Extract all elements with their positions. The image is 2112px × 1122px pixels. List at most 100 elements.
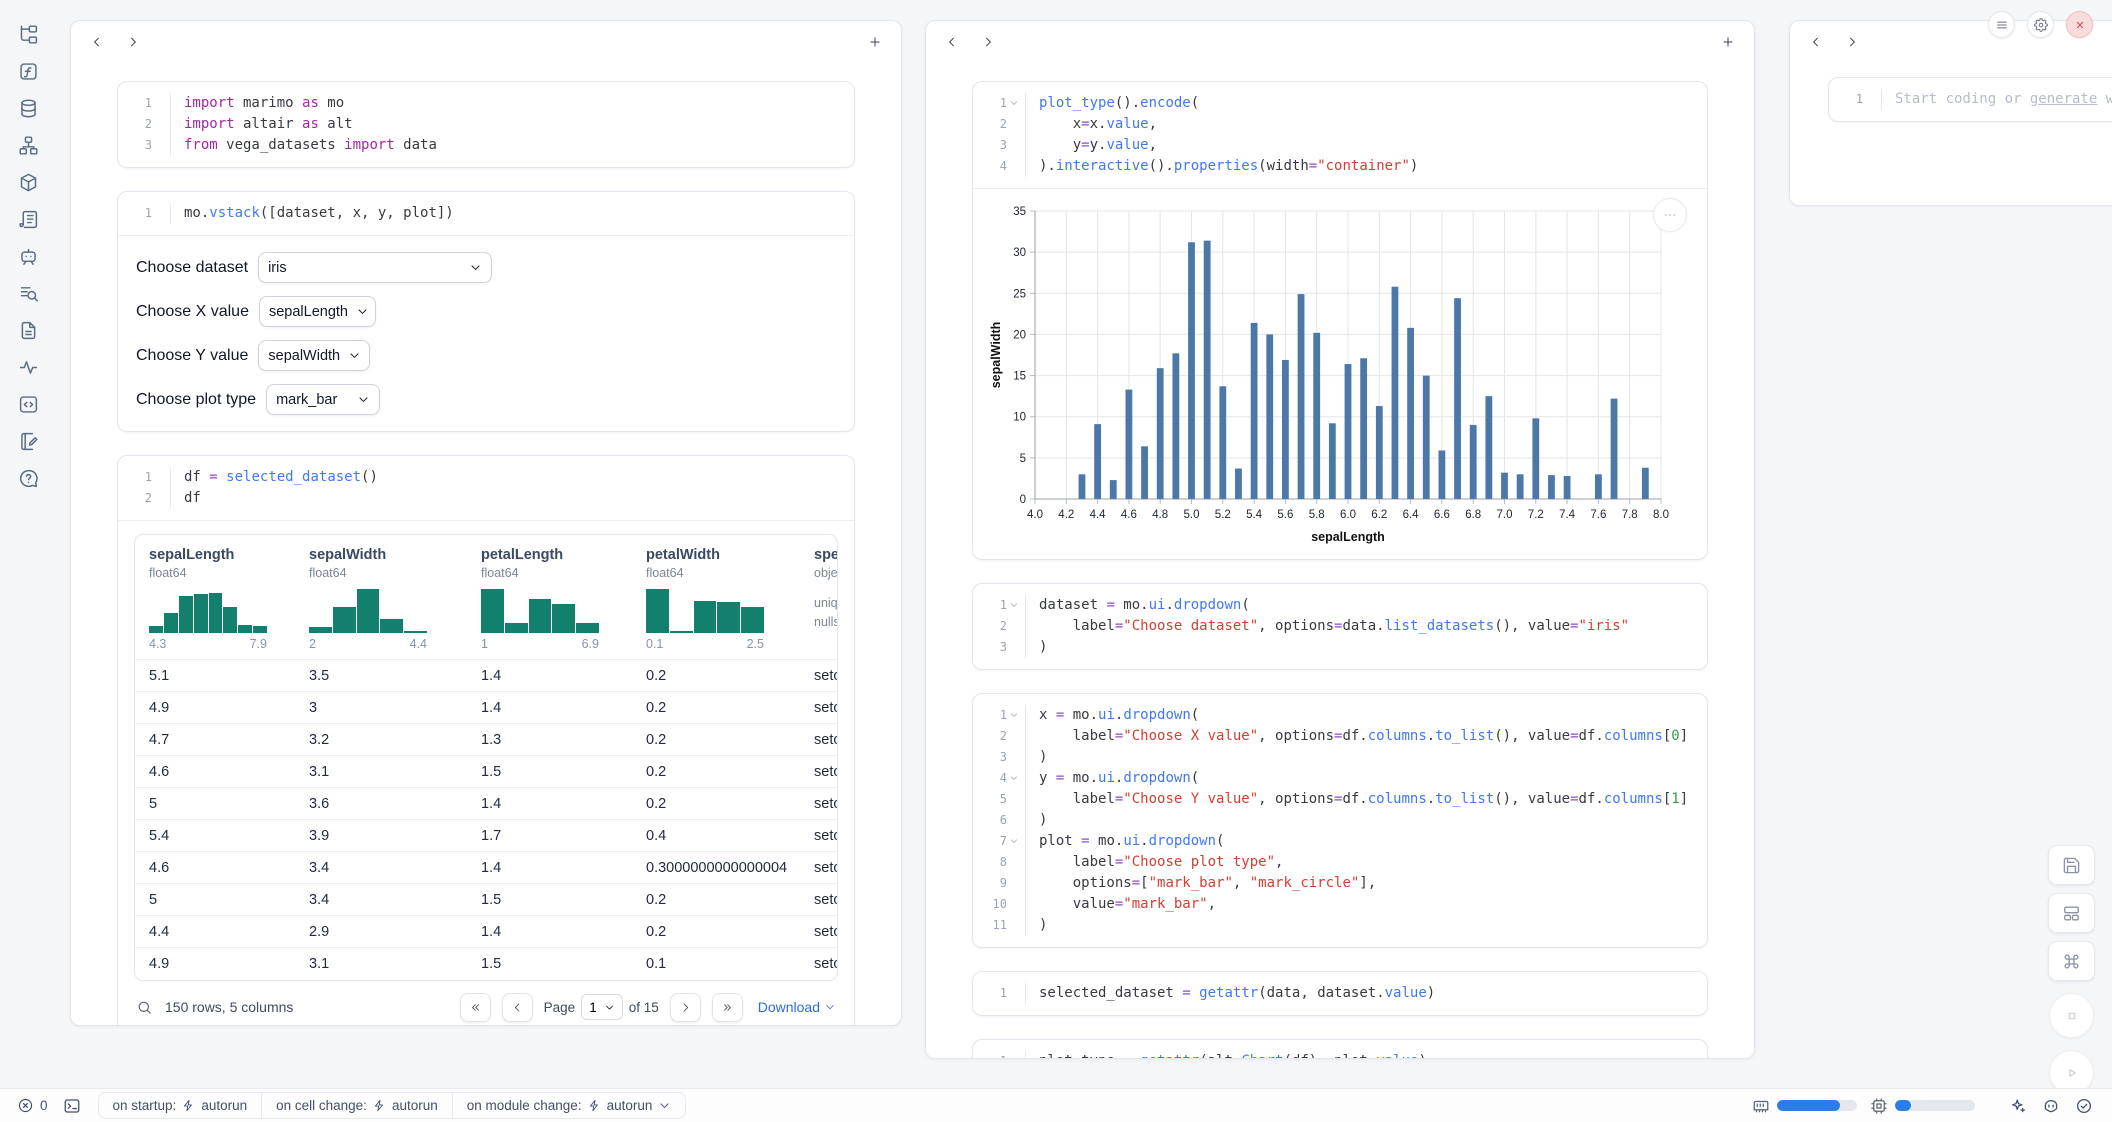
code-editor[interactable]: 1Start coding or generate with AI — [1829, 78, 2112, 121]
prev-page-button[interactable] — [502, 993, 533, 1022]
panel-next-button[interactable] — [120, 29, 146, 55]
stop-button[interactable] — [2049, 993, 2094, 1038]
line-number: 2 — [118, 488, 170, 509]
code-editor[interactable]: 1selected_dataset = getattr(data, datase… — [973, 972, 1707, 1015]
histogram-min: 0.1 — [646, 637, 663, 651]
ai-features-button[interactable] — [2009, 1096, 2029, 1116]
run-setting-on-startup[interactable]: on startup:autorun — [99, 1093, 262, 1118]
table-search-button[interactable] — [136, 998, 154, 1016]
table-cell: 1.4 — [467, 788, 632, 820]
fold-chevron-icon[interactable] — [1009, 710, 1020, 721]
table-row[interactable]: 4.63.11.50.2setosa — [135, 756, 838, 788]
table-cell: 3.4 — [295, 884, 467, 916]
copilot-status-button[interactable] — [2042, 1096, 2062, 1116]
save-button[interactable] — [2048, 845, 2095, 885]
fold-slot-empty — [154, 140, 165, 151]
next-page-button[interactable] — [670, 993, 701, 1022]
column-header-sepalWidth[interactable]: sepalWidthfloat6424.4 — [295, 535, 467, 660]
code-editor[interactable]: 123dataset = mo.ui.dropdown( label="Choo… — [973, 584, 1707, 669]
panel-prev-button[interactable] — [1803, 29, 1829, 55]
dropdown-choose-plot-type[interactable]: mark_bar — [266, 384, 380, 415]
sidebar-item-help[interactable] — [13, 464, 43, 492]
column-header-sepalLength[interactable]: sepalLengthfloat644.37.9 — [135, 535, 295, 660]
table-row[interactable]: 5.13.51.40.2setosa — [135, 660, 838, 692]
dropdown-choose-y-value[interactable]: sepalWidth — [258, 340, 370, 371]
fold-chevron-icon[interactable] — [1009, 773, 1020, 784]
menu-button[interactable] — [1988, 11, 2015, 38]
error-indicator[interactable]: 0 — [17, 1097, 48, 1114]
sidebar-item-chat[interactable] — [13, 242, 43, 270]
code-editor[interactable]: 1234plot_type().encode( x=x.value, y=y.v… — [973, 82, 1707, 188]
sidebar-item-packages[interactable] — [13, 168, 43, 196]
code-editor[interactable]: 1plot_type = getattr(alt.Chart(df), plot… — [973, 1040, 1707, 1058]
download-button[interactable]: Download — [758, 999, 836, 1015]
panel-prev-button[interactable] — [939, 29, 965, 55]
fold-slot-empty — [1009, 731, 1020, 742]
altair-bar-chart[interactable]: 4.04.24.44.64.85.05.25.45.65.86.06.26.46… — [987, 199, 1677, 551]
code-editor[interactable]: 123import marimo as moimport altair as a… — [118, 82, 854, 167]
close-button[interactable] — [2066, 11, 2093, 38]
table-row[interactable]: 4.63.41.40.3000000000000004setosa — [135, 852, 838, 884]
dependencies-icon — [18, 135, 39, 156]
add-cell-button[interactable] — [862, 29, 888, 55]
code-editor[interactable]: 12df = selected_dataset()df — [118, 456, 854, 520]
sidebar-item-dependencies[interactable] — [13, 131, 43, 159]
run-setting-on-module-change[interactable]: on module change:autorun — [452, 1093, 686, 1118]
column-name: sepalLength — [149, 535, 281, 563]
sidebar-item-outline[interactable] — [13, 279, 43, 307]
layout-button[interactable] — [2048, 893, 2095, 933]
chart-menu-button[interactable] — [1653, 198, 1687, 232]
page-select[interactable]: 1 — [581, 994, 623, 1020]
table-cell: 4.7 — [135, 724, 295, 756]
table-row[interactable]: 5.43.91.70.4setosa — [135, 820, 838, 852]
commands-button[interactable] — [2048, 941, 2095, 981]
dropdown-choose-x-value[interactable]: sepalLength — [259, 296, 376, 327]
last-page-button[interactable] — [712, 993, 743, 1022]
sidebar-item-data-sources[interactable] — [13, 94, 43, 122]
line-number: 2 — [973, 114, 1025, 135]
fold-slot-empty — [1009, 878, 1020, 889]
sidebar-item-logs[interactable] — [13, 205, 43, 233]
sidebar-item-file-explorer[interactable] — [13, 20, 43, 48]
panel-prev-button[interactable] — [84, 29, 110, 55]
code-token: value — [1106, 137, 1148, 153]
fold-chevron-icon[interactable] — [1009, 98, 1020, 109]
code-line: from vega_datasets import data — [184, 135, 854, 156]
table-row[interactable]: 53.41.50.2setosa — [135, 884, 838, 916]
table-row[interactable]: 4.73.21.30.2setosa — [135, 724, 838, 756]
fold-chevron-icon[interactable] — [1009, 600, 1020, 611]
code-token: options — [1039, 875, 1132, 891]
column-header-species[interactable]: speciesobjectunique:nulls: — [800, 535, 838, 660]
line-number-value: 1 — [145, 203, 152, 224]
dropdown-choose-dataset[interactable]: iris — [258, 252, 492, 283]
fold-slot-empty — [1009, 642, 1020, 653]
table-row[interactable]: 4.93.11.50.1setosa — [135, 948, 838, 980]
code-editor[interactable]: 1234567891011x = mo.ui.dropdown( label="… — [973, 694, 1707, 947]
first-page-button[interactable] — [460, 993, 491, 1022]
settings-button[interactable] — [2027, 11, 2054, 38]
panel-next-button[interactable] — [975, 29, 1001, 55]
bar-x-7.7 — [1611, 399, 1618, 499]
sidebar-item-scratchpad[interactable] — [13, 427, 43, 455]
table-row[interactable]: 4.42.91.40.2setosa — [135, 916, 838, 948]
table-row[interactable]: 4.931.40.2setosa — [135, 692, 838, 724]
sidebar-item-snippets[interactable] — [13, 390, 43, 418]
run-setting-on-cell-change[interactable]: on cell change:autorun — [261, 1093, 452, 1118]
control-row: Choose datasetiris — [136, 252, 836, 283]
column-header-petalLength[interactable]: petalLengthfloat6416.9 — [467, 535, 632, 660]
code-lines: plot_type = getattr(alt.Chart(df), plot.… — [1025, 1051, 1707, 1058]
column-header-petalWidth[interactable]: petalWidthfloat640.12.5 — [632, 535, 800, 660]
bar-x-5.2 — [1219, 386, 1226, 499]
column-meta-line: unique: — [814, 594, 838, 613]
fold-chevron-icon[interactable] — [1009, 836, 1020, 847]
runtime-status-button[interactable] — [2075, 1096, 2095, 1116]
panel-next-button[interactable] — [1839, 29, 1865, 55]
sidebar-item-tracing[interactable] — [13, 353, 43, 381]
terminal-button[interactable] — [63, 1096, 83, 1116]
sidebar-item-documentation[interactable] — [13, 316, 43, 344]
sidebar-item-variables[interactable] — [13, 57, 43, 85]
table-row[interactable]: 53.61.40.2setosa — [135, 788, 838, 820]
table-cell: 3 — [295, 692, 467, 724]
code-editor[interactable]: 1mo.vstack([dataset, x, y, plot]) — [118, 192, 854, 235]
add-cell-button[interactable] — [1715, 29, 1741, 55]
